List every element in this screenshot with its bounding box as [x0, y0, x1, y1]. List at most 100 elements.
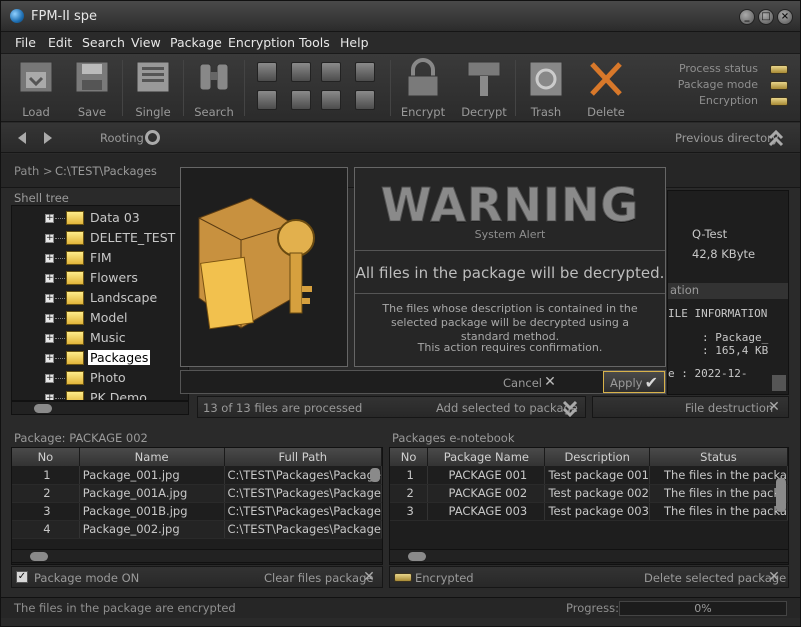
dialog-body: The files whose description is contained… [382, 302, 638, 343]
drive-icon[interactable] [355, 90, 375, 110]
folder-icon [66, 351, 84, 365]
checklist-icon[interactable] [355, 62, 375, 82]
menu-help[interactable]: Help [340, 35, 369, 50]
package-mode-checkbox[interactable]: ✓ [16, 571, 28, 583]
load-button[interactable]: Load [11, 54, 61, 122]
table-row[interactable]: 2 PACKAGE 002 Test package 002 The files in… [390, 484, 788, 503]
column-header[interactable]: No [390, 448, 429, 466]
search-button[interactable]: Search [189, 54, 239, 122]
delete-button[interactable]: Delete [580, 54, 632, 122]
delete-selected-package-button[interactable]: Delete selected package [644, 571, 786, 585]
rooting-label[interactable]: Rooting [100, 131, 144, 145]
cancel-button[interactable]: Cancel [503, 376, 542, 390]
tree-item[interactable]: + Data 03 [12, 208, 188, 228]
table-scroll-thumb[interactable] [776, 478, 786, 512]
toolbar: Load Save Single Search Encrypt Decrypt … [1, 54, 800, 122]
save-icon [75, 61, 109, 93]
apply-button[interactable]: Apply ✔ [603, 371, 665, 393]
table-row[interactable]: 3 PACKAGE 003 Test package 003 The files in… [390, 502, 788, 521]
led-icon [770, 97, 788, 106]
column-header[interactable]: Full Path [224, 448, 382, 466]
menu-encryption[interactable]: Encryption [228, 35, 295, 50]
package-table-header: Package: PACKAGE 002 [14, 431, 148, 445]
tree-item[interactable]: + Music [12, 328, 188, 348]
menu-tools[interactable]: Tools [299, 35, 330, 50]
file-destruction-button[interactable]: File destruction [685, 401, 773, 415]
clear-files-package-button[interactable]: Clear files package [264, 571, 373, 585]
binoculars-icon [199, 63, 229, 91]
close-icon[interactable]: ✕ [767, 570, 781, 584]
tree-scrollbar[interactable] [11, 401, 189, 415]
tree-item-selected[interactable]: + Packages [12, 348, 188, 368]
previous-directory-label[interactable]: Previous directory [675, 131, 779, 145]
add-icon[interactable] [257, 90, 277, 110]
warning-dialog: WARNING System Alert All files in the pa… [354, 167, 666, 367]
recycle-icon [529, 61, 563, 97]
close-icon[interactable]: ✕ [767, 400, 781, 414]
info-line-1: : Package_ [702, 331, 769, 344]
menu-view[interactable]: View [131, 35, 161, 50]
tree-item[interactable]: + Photo [12, 368, 188, 388]
tree-item[interactable]: + Flowers [12, 268, 188, 288]
column-header[interactable]: Package Name [427, 448, 546, 466]
back-arrow-icon[interactable] [15, 131, 29, 145]
list-icon[interactable] [321, 90, 341, 110]
decrypt-key-icon [467, 61, 501, 96]
dialog-confirm-text: This action requires confirmation. [417, 341, 603, 354]
down-chevrons-icon[interactable] [562, 399, 578, 417]
tree-item[interactable]: + PK Demo [12, 388, 188, 400]
path-value[interactable]: C:\TEST\Packages [55, 164, 157, 178]
tree-item[interactable]: + Landscape [12, 288, 188, 308]
tree-item[interactable]: + Model [12, 308, 188, 328]
minimize-icon[interactable]: _ [739, 9, 755, 25]
save-button[interactable]: Save [67, 54, 117, 122]
column-header[interactable]: Description [544, 448, 650, 466]
close-icon[interactable]: ✕ [543, 375, 557, 389]
table-row[interactable]: 3 Package_001B.jpg C:\TEST\Packages\Packag… [12, 502, 382, 521]
menu-file[interactable]: File [15, 35, 36, 50]
copy-icon[interactable] [257, 62, 277, 82]
trash-button[interactable]: Trash [520, 54, 572, 122]
tools-icon[interactable] [291, 90, 311, 110]
checkmark-icon: ✔ [644, 373, 658, 392]
package-table-scrollbar[interactable] [11, 549, 383, 563]
add-selected-button[interactable]: Add selected to package [436, 401, 578, 415]
menu-bar: File Edit Search View Package Encryption… [1, 32, 800, 54]
info-section-header: ation [668, 283, 788, 299]
table-row[interactable]: 1 Package_001.jpg C:\TEST\Packages\Package [12, 466, 382, 485]
encrypt-button[interactable]: Encrypt [397, 54, 449, 122]
folder-icon[interactable] [291, 62, 311, 82]
decrypt-button[interactable]: Decrypt [458, 54, 510, 122]
table-row[interactable]: 4 Package_002.jpg C:\TEST\Packages\Package [12, 520, 382, 539]
refresh-icon[interactable] [144, 129, 161, 146]
single-button[interactable]: Single [128, 54, 178, 122]
tree-item[interactable]: + FIM [12, 248, 188, 268]
column-header[interactable]: No [12, 448, 80, 466]
led-icon [770, 81, 788, 90]
table-row[interactable]: 1 PACKAGE 001 Test package 001 The files in… [390, 466, 788, 485]
maximize-icon[interactable]: □ [758, 9, 774, 25]
tree-item[interactable]: + DELETE_TEST [12, 228, 188, 248]
column-header[interactable]: Name [79, 448, 225, 466]
close-icon[interactable]: ✕ [362, 570, 376, 584]
info-scrollbar[interactable] [772, 375, 786, 391]
warning-title: WARNING [380, 178, 640, 233]
menu-edit[interactable]: Edit [48, 35, 72, 50]
table-scroll-thumb[interactable] [370, 468, 380, 482]
up-chevrons-icon[interactable] [768, 129, 784, 147]
column-header[interactable]: Status [649, 448, 788, 466]
dialog-subtitle: System Alert [474, 228, 546, 241]
package-mode-label: Package mode ON [34, 571, 140, 585]
progress-bar: 0% [619, 601, 787, 616]
disk-icon[interactable] [321, 62, 341, 82]
forward-arrow-icon[interactable] [41, 131, 55, 145]
menu-package[interactable]: Package [170, 35, 222, 50]
notebook-table-scrollbar[interactable] [389, 549, 789, 563]
dialog-headline: All files in the package will be decrypt… [355, 264, 665, 282]
file-info-header: ILE INFORMATION [668, 307, 768, 320]
table-row[interactable]: 2 Package_001A.jpg C:\TEST\Packages\Packag… [12, 484, 382, 503]
close-icon[interactable]: × [777, 9, 793, 25]
menu-search[interactable]: Search [82, 35, 125, 50]
process-status-indicator: Process status [668, 62, 788, 78]
progress-label: Progress: [566, 601, 619, 615]
